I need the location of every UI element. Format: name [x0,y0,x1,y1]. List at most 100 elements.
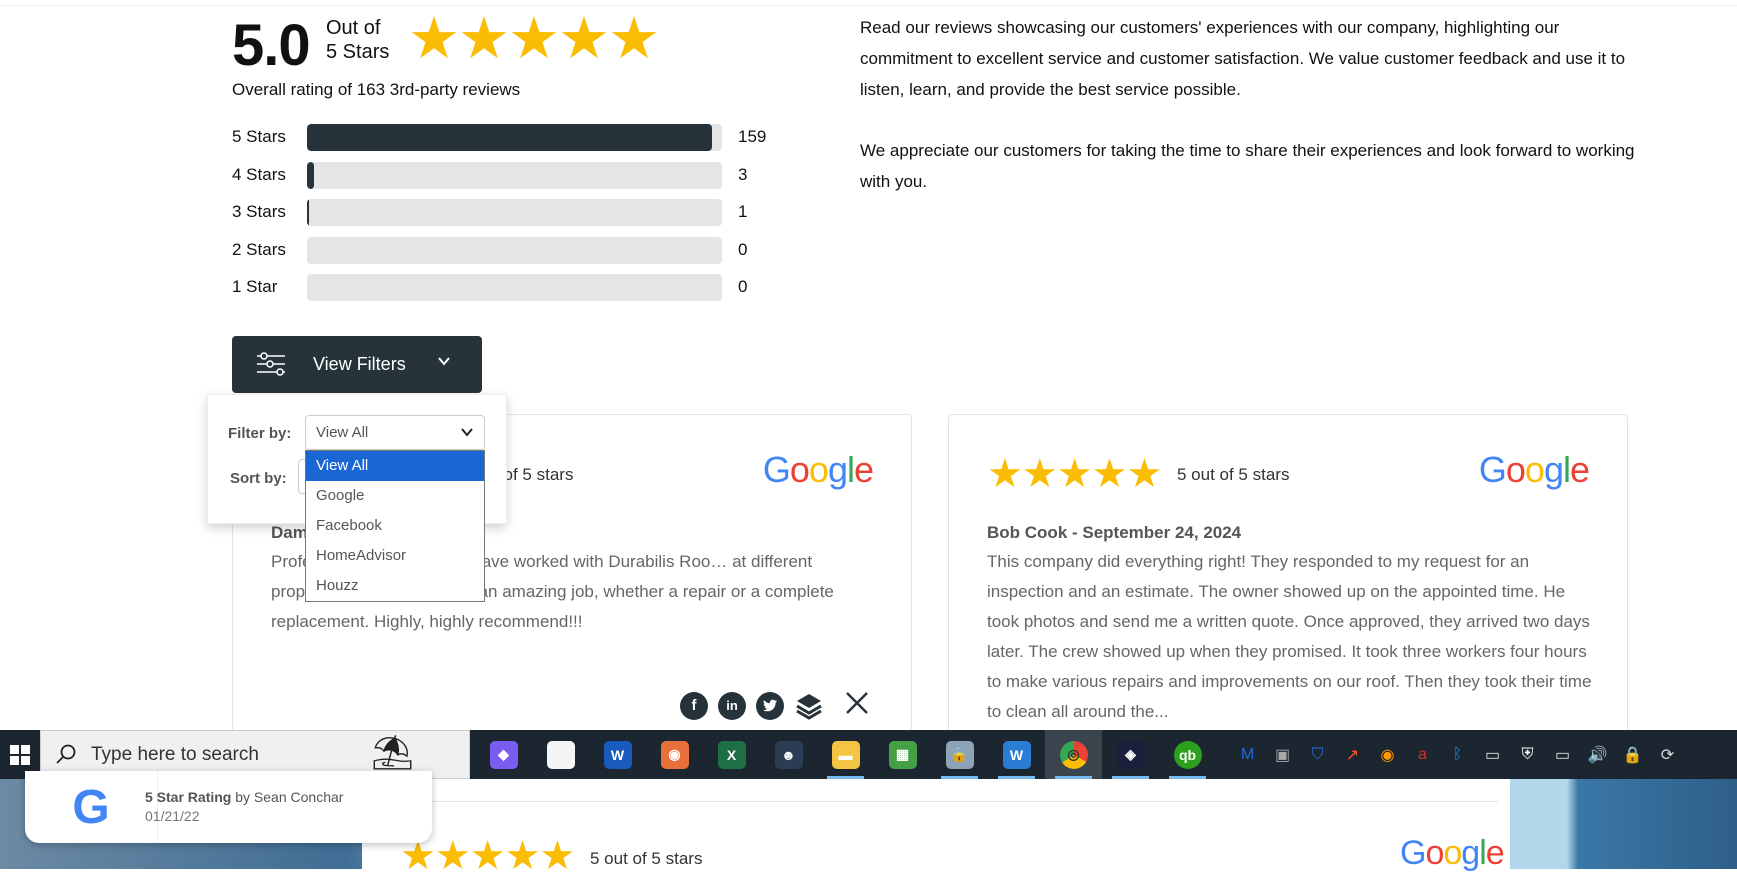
search-placeholder: Type here to search [91,744,259,765]
tray-security-icon[interactable]: ⛨ [1510,730,1545,779]
toast-title-bold: 5 Star Rating [145,789,232,805]
screenshot-icon: ◉ [660,740,689,769]
taskbar-app-photo-editor[interactable]: ◈ [1102,730,1159,779]
share-bar: f in [680,690,870,721]
rating-bar-row[interactable]: 1 Star 0 [232,274,792,302]
rating-bar-count: 3 [738,164,748,184]
google-logo: Google [762,449,874,490]
taskbar-app-libreoffice-calc[interactable]: ▦ [874,730,931,779]
tray-bluetooth-icon[interactable]: ᛒ [1440,730,1475,779]
review-rating-text: 5 out of 5 stars [590,849,703,868]
divider [400,801,1498,802]
taskbar-app-excel[interactable]: X [703,730,760,779]
running-indicator [1112,776,1149,779]
filter-option-houzz[interactable]: Houzz [306,571,484,601]
rating-bar-fill [307,199,310,226]
rating-bar-label: 2 Stars [232,239,286,259]
quickbooks-icon: qb [1173,740,1202,769]
system-tray: M ▣ ⛉ ↗ ◉ a ᛒ ▭ ⛨ ▭ 🔊 🔒 ⟳ [1230,730,1685,779]
view-filters-button[interactable]: View Filters [232,336,482,393]
chrome-icon: ◎ [1059,740,1088,769]
taskbar-app-copilot[interactable]: ◆ [475,730,532,779]
rating-bar-label: 1 Star [232,277,278,296]
review-notification-toast[interactable]: G 5 Star Rating by Sean Conchar 01/21/22 [25,771,432,843]
tray-guard-icon[interactable]: ⛉ [1300,730,1335,779]
tray-avira-icon[interactable]: a [1405,730,1440,779]
tray-charts-icon[interactable]: ↗ [1335,730,1370,779]
libreoffice-icon [546,740,575,769]
google-logo: Google [1400,834,1505,872]
reviews-page: 5.0 Out of 5 Stars ★★★★★ Overall rating … [0,0,1737,744]
copilot-icon: ◆ [489,740,518,769]
rating-bar-track [307,274,722,301]
tray-malwarebytes-icon[interactable]: M [1230,730,1265,779]
review-card: ★★★★★ 5 out of 5 stars Google Bob Cook -… [948,414,1628,744]
twitter-icon[interactable] [756,691,784,720]
background-image [1510,779,1737,869]
review-rating-text: 5 out of 5 stars [1177,465,1290,484]
taskbar-app-file-explorer[interactable]: ▬ [817,730,874,779]
sliders-icon [256,352,286,381]
search-icon [55,743,77,770]
taskbar-app-malware-app[interactable]: ☻ [760,730,817,779]
intro-text: Read our reviews showcasing our customer… [860,12,1640,227]
running-indicator [827,776,864,779]
running-indicator [941,776,978,779]
rating-bar-count: 0 [738,277,748,296]
rating-bar-row[interactable]: 4 Stars 3 [232,161,792,190]
rating-bar-row[interactable]: 2 Stars 0 [232,236,792,265]
linkedin-icon[interactable]: in [718,691,746,720]
tray-volume-icon[interactable]: 🔊 [1580,730,1615,779]
toast-title: 5 Star Rating by Sean Conchar [145,789,343,805]
taskbar-app-word-alt[interactable]: W [988,730,1045,779]
google-logo: Google [1478,449,1590,490]
photo-editor-icon: ◈ [1116,740,1145,769]
out-of-label: Out of 5 Stars [326,16,389,64]
tray-lock-icon[interactable]: 🔒 [1615,730,1650,779]
excel-icon: X [717,740,746,769]
word-icon: W [603,740,632,769]
filter-option-facebook[interactable]: Facebook [306,511,484,541]
overall-rating-text: Overall rating of 163 3rd-party reviews [232,80,521,99]
libreoffice-calc-icon: ▦ [888,740,917,769]
divider [0,5,1737,6]
taskbar-app-vpn-lock[interactable]: 🔒 [931,730,988,779]
facebook-icon[interactable]: f [680,691,708,720]
out-of-line2: 5 Stars [326,41,390,63]
tray-remote-desktop-icon[interactable]: ▣ [1265,730,1300,779]
filter-option-google[interactable]: Google [306,481,484,511]
toast-date: 01/21/22 [145,808,200,824]
taskbar-app-word[interactable]: W [589,730,646,779]
rating-bar-fill [307,124,712,151]
file-explorer-icon: ▬ [831,740,860,769]
rating-bar-row[interactable]: 3 Stars 1 [232,199,792,227]
filter-by-label: Filter by: [228,425,292,442]
filter-select[interactable]: View All [305,415,485,450]
vpn-lock-icon: 🔒 [945,740,974,769]
tray-battery-icon[interactable]: ▭ [1475,730,1510,779]
tray-camera-icon[interactable]: ◉ [1370,730,1405,779]
malware-app-icon: ☻ [774,740,803,769]
taskbar-app-quickbooks[interactable]: qb [1159,730,1216,779]
filter-option-homeadvisor[interactable]: HomeAdvisor [306,541,484,571]
rating-bar-row[interactable]: 5 Stars 159 [232,124,792,152]
running-indicator [1169,776,1206,779]
tray-sync-icon[interactable]: ⟳ [1650,730,1685,779]
out-of-line1: Out of [326,17,381,39]
taskbar-app-chrome[interactable]: ◎ [1045,730,1102,779]
rating-bar-label: 4 Stars [232,164,286,184]
taskbar-app-libreoffice[interactable] [532,730,589,779]
close-icon[interactable] [844,690,870,721]
rating-bar-track [307,199,722,226]
google-g-icon: G [25,771,158,843]
filter-select-value: View All [316,424,369,441]
rating-bar-label: 5 Stars [232,127,286,146]
tray-network-icon[interactable]: ▭ [1545,730,1580,779]
filter-option-view-all[interactable]: View All [306,451,484,481]
layers-icon[interactable] [794,692,824,720]
running-indicator [998,776,1035,779]
rating-bar-count: 0 [738,239,748,259]
chevron-down-icon [437,354,451,373]
taskbar-app-screenshot[interactable]: ◉ [646,730,703,779]
view-filters-label: View Filters [313,354,406,374]
